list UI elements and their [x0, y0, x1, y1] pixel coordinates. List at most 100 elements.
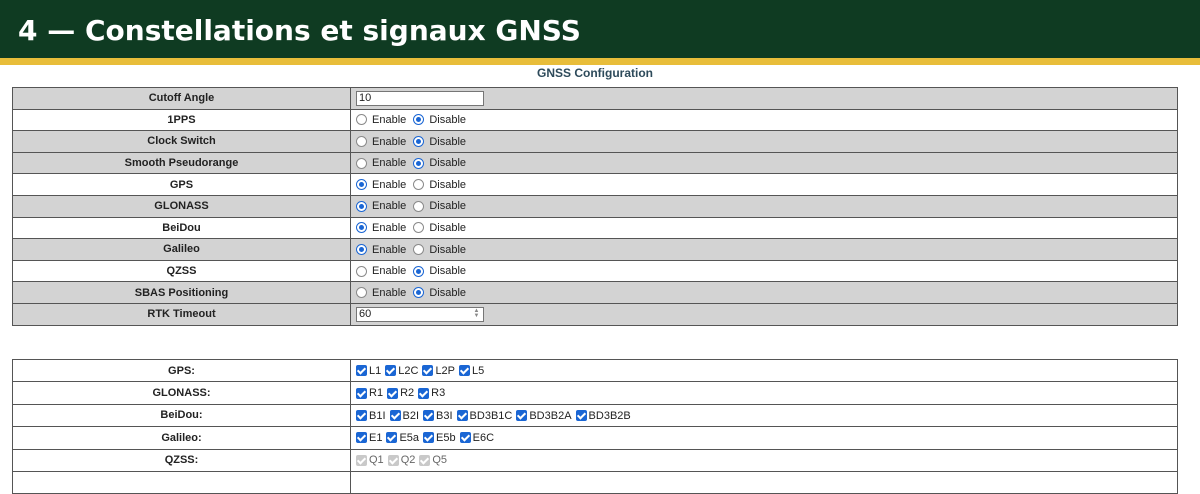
signal-option[interactable]: B3I	[423, 410, 453, 422]
accent-stripe	[0, 58, 1200, 65]
sbas-enable-option[interactable]: Enable	[356, 287, 406, 299]
clock-switch-enable-option[interactable]: Enable	[356, 136, 406, 148]
config-row-clock-switch: Clock Switch Enable Disable	[12, 130, 1178, 153]
galileo-enable-radio[interactable]	[356, 244, 367, 255]
checkbox-checked-icon[interactable]	[423, 410, 435, 422]
checkbox-checked-icon[interactable]	[356, 365, 367, 377]
qzss-enable-option[interactable]: Enable	[356, 265, 406, 277]
checkbox-checked-icon[interactable]	[423, 432, 435, 444]
signal-row-beidou: BeiDou: B1I B2I B3I BD3B1C BD3B2A BD3B2B	[12, 403, 1178, 428]
signal-option[interactable]: E5b	[423, 432, 456, 444]
1pps-label: 1PPS	[12, 108, 351, 132]
smooth-pseudorange-enable-radio[interactable]	[356, 157, 367, 169]
signal-option: Q5	[419, 454, 447, 466]
checkbox-checked-icon	[419, 454, 431, 466]
signal-option[interactable]: BD3B2A	[516, 410, 572, 422]
signal-option[interactable]: R3	[418, 387, 445, 399]
checkbox-checked-icon[interactable]	[456, 410, 468, 422]
1pps-disable-option[interactable]: Disable	[413, 114, 466, 126]
checkbox-checked-icon	[387, 454, 399, 466]
galileo-label: Galileo	[12, 238, 351, 261]
clock-switch-disable-radio[interactable]	[413, 136, 425, 148]
clock-switch-enable-radio[interactable]	[356, 136, 367, 148]
checkbox-checked-icon[interactable]	[387, 387, 399, 399]
galileo-enable-option[interactable]: Enable	[356, 244, 406, 256]
signal-label: B1I	[369, 409, 386, 422]
checkbox-checked-icon[interactable]	[422, 365, 434, 377]
checkbox-checked-icon[interactable]	[459, 432, 471, 444]
qzss-label: QZSS	[12, 259, 351, 283]
checkbox-checked-icon[interactable]	[389, 410, 401, 422]
config-row-cutoff-angle: Cutoff Angle 10	[12, 87, 1178, 110]
gps-disable-option[interactable]: Disable	[413, 179, 466, 191]
glonass-enable-option[interactable]: Enable	[356, 200, 406, 212]
signal-option[interactable]: R2	[387, 387, 414, 399]
signal-option[interactable]: L2C	[385, 365, 418, 377]
galileo-disable-option[interactable]: Disable	[413, 244, 466, 256]
gps-signals-list: L1 L2C L2P L5	[350, 358, 1178, 383]
checkbox-checked-icon[interactable]	[385, 365, 397, 377]
clock-switch-disable-option[interactable]: Disable	[413, 136, 466, 148]
checkbox-checked-icon[interactable]	[516, 410, 528, 422]
1pps-disable-radio[interactable]	[413, 114, 425, 126]
checkbox-checked-icon[interactable]	[386, 432, 398, 444]
signal-option[interactable]: L1	[356, 365, 381, 377]
smooth-pseudorange-disable-radio[interactable]	[413, 157, 425, 169]
1pps-enable-option[interactable]: Enable	[356, 114, 406, 126]
checkbox-checked-icon[interactable]	[575, 410, 587, 422]
signal-option[interactable]: BD3B1C	[456, 410, 512, 422]
signal-option[interactable]: E1	[356, 432, 382, 444]
cutoff-angle-input[interactable]: 10	[356, 90, 484, 106]
beidou-enable-radio[interactable]	[356, 222, 367, 234]
signal-row-partial	[12, 470, 1178, 494]
beidou-disable-option[interactable]: Disable	[413, 222, 466, 234]
signal-option[interactable]: L2P	[422, 365, 455, 377]
rtk-timeout-value: 60	[359, 307, 372, 320]
sbas-disable-radio[interactable]	[413, 287, 425, 299]
rtk-timeout-input[interactable]: 60 ▲ ▼	[356, 306, 484, 322]
checkbox-checked-icon[interactable]	[418, 387, 430, 399]
sbas-disable-option[interactable]: Disable	[413, 287, 466, 299]
checkbox-checked-icon[interactable]	[356, 432, 367, 444]
signal-option[interactable]: L5	[459, 365, 484, 377]
gps-disable-radio[interactable]	[413, 179, 425, 191]
signal-row-gps: GPS: L1 L2C L2P L5	[12, 358, 1178, 383]
checkbox-checked-icon[interactable]	[356, 387, 367, 399]
gnss-config-table: Cutoff Angle 10 1PPS Enable Disable Cloc…	[12, 87, 1178, 326]
signal-option[interactable]: BD3B2B	[575, 410, 631, 422]
beidou-disable-radio[interactable]	[413, 222, 425, 234]
page-title: 4 — Constellations et signaux GNSS	[18, 14, 581, 47]
gps-enable-radio[interactable]	[356, 179, 367, 191]
signal-option[interactable]: B1I	[356, 410, 386, 422]
config-row-galileo: Galileo Enable Disable	[12, 238, 1178, 261]
signal-option[interactable]: B2I	[389, 409, 420, 422]
gps-label: GPS	[12, 173, 351, 196]
signal-label: R1	[369, 387, 384, 400]
gps-enable-option[interactable]: Enable	[356, 179, 406, 191]
qzss-disable-radio[interactable]	[413, 265, 425, 277]
signal-option[interactable]: R1	[356, 387, 383, 399]
qzss-enable-radio[interactable]	[356, 265, 367, 277]
checkbox-checked-icon[interactable]	[459, 365, 471, 377]
glonass-signals-list: R1 R2 R3	[350, 381, 1178, 405]
signal-option[interactable]: E5a	[386, 432, 419, 444]
checkbox-checked-icon[interactable]	[356, 410, 367, 422]
signal-label: E5b	[436, 431, 456, 444]
signal-label: B2I	[402, 409, 420, 422]
signal-option: Q2	[387, 454, 415, 466]
1pps-enable-radio[interactable]	[356, 114, 367, 126]
signal-option[interactable]: E6C	[459, 432, 494, 444]
beidou-enable-option[interactable]: Enable	[356, 222, 406, 234]
signal-label: E5a	[399, 431, 420, 444]
galileo-disable-radio[interactable]	[413, 244, 425, 255]
sbas-enable-radio[interactable]	[356, 287, 367, 299]
smooth-pseudorange-disable-option[interactable]: Disable	[413, 157, 466, 169]
glonass-disable-radio[interactable]	[413, 200, 425, 212]
glonass-disable-option[interactable]: Disable	[413, 200, 466, 212]
gps-signals-label: GPS:	[12, 358, 351, 383]
spinner-arrows-icon[interactable]: ▲ ▼	[472, 308, 481, 320]
signal-label: L2C	[398, 364, 419, 377]
smooth-pseudorange-enable-option[interactable]: Enable	[356, 157, 406, 169]
glonass-enable-radio[interactable]	[356, 200, 367, 212]
qzss-disable-option[interactable]: Disable	[413, 265, 466, 277]
